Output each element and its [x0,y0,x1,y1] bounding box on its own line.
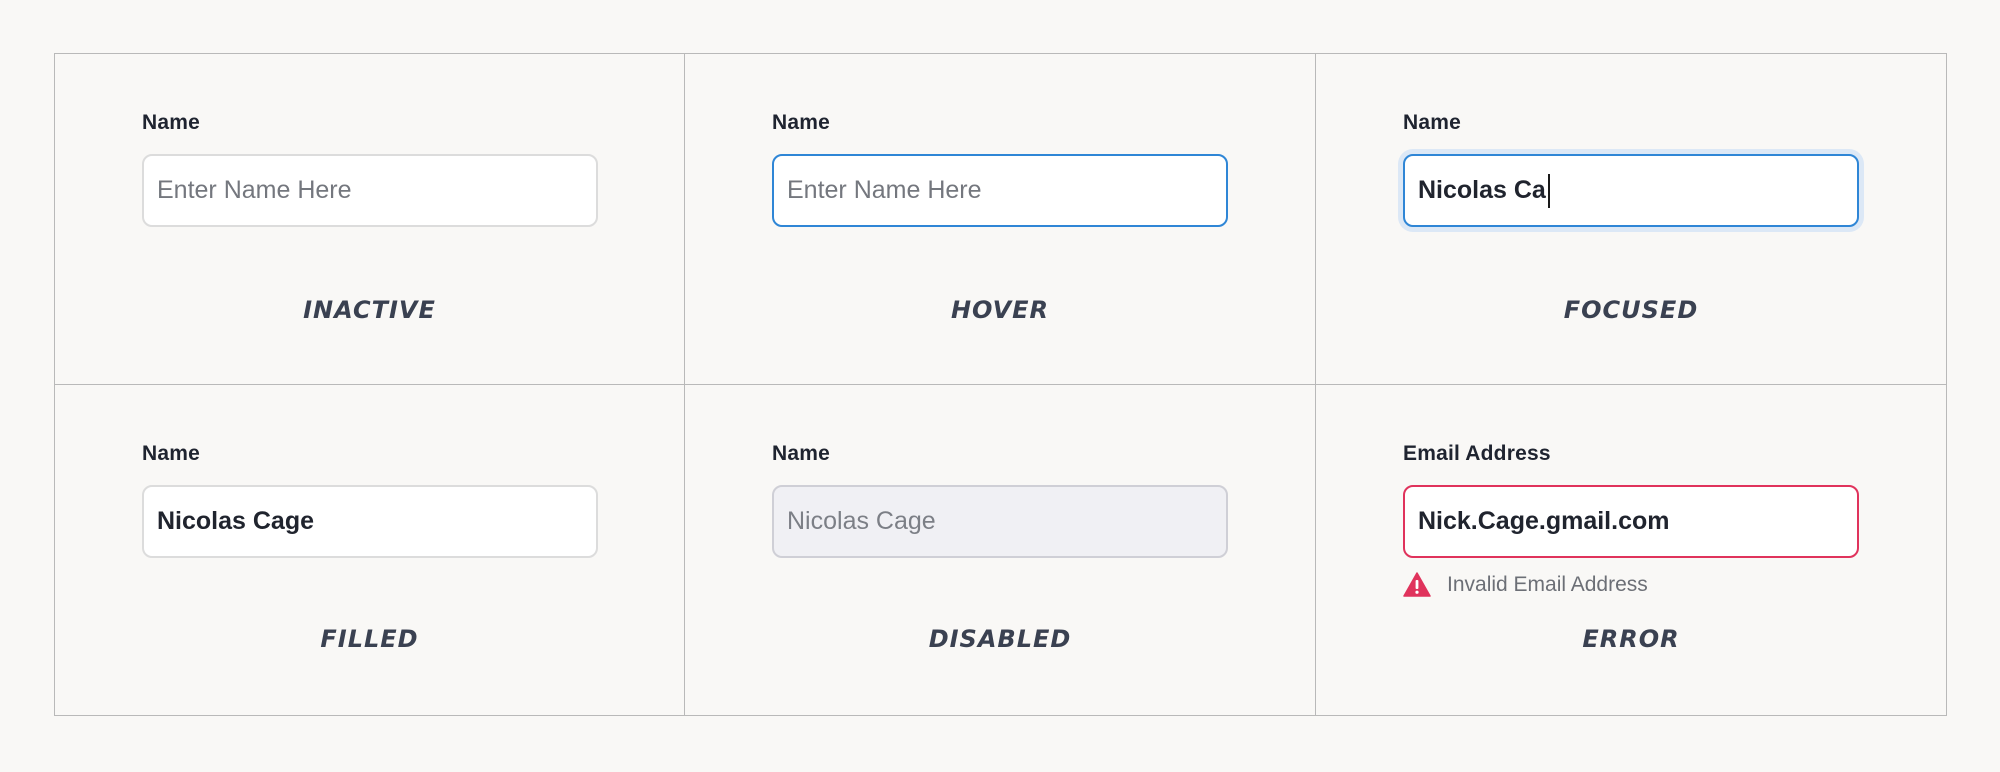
input-value: Nicolas Cage [157,507,315,535]
state-caption: DISABLED [928,625,1072,653]
name-input-inactive[interactable]: Enter Name Here [142,154,598,227]
text-caret [1547,173,1550,208]
name-input-filled[interactable]: Nicolas Cage [142,485,598,558]
state-cell-hover: Name Enter Name Here HOVER [685,54,1316,385]
field-label: Name [772,442,830,465]
state-caption: ERROR [1582,625,1680,653]
input-states-grid: Name Enter Name Here INACTIVE Name Enter… [54,53,1947,716]
state-caption: FOCUSED [1563,296,1699,324]
error-text: Invalid Email Address [1447,572,1648,596]
state-caption: INACTIVE [303,296,436,324]
input-placeholder: Enter Name Here [787,176,982,204]
input-value: Nick.Cage.gmail.com [1418,507,1670,535]
state-cell-error: Email Address Nick.Cage.gmail.com Invali… [1316,385,1946,715]
state-caption: HOVER [950,296,1050,324]
state-cell-focused: Name Nicolas Ca FOCUSED [1316,54,1946,385]
error-message: Invalid Email Address [1403,572,1648,597]
input-value: Nicolas Cage [787,507,936,535]
state-cell-filled: Name Nicolas Cage FILLED [55,385,685,715]
field-label: Email Address [1403,442,1551,465]
field-label: Name [1403,111,1461,134]
state-cell-inactive: Name Enter Name Here INACTIVE [55,54,685,385]
state-cell-disabled: Name Nicolas Cage DISABLED [685,385,1316,715]
email-input-error[interactable]: Nick.Cage.gmail.com [1403,485,1859,558]
field-label: Name [142,111,200,134]
warning-triangle-icon [1403,572,1431,597]
name-input-disabled: Nicolas Cage [772,485,1228,558]
name-input-focused[interactable]: Nicolas Ca [1403,154,1859,227]
field-label: Name [772,111,830,134]
input-value: Nicolas Ca [1418,176,1546,204]
field-label: Name [142,442,200,465]
state-caption: FILLED [320,625,419,653]
name-input-hover[interactable]: Enter Name Here [772,154,1228,227]
input-placeholder: Enter Name Here [157,176,352,204]
